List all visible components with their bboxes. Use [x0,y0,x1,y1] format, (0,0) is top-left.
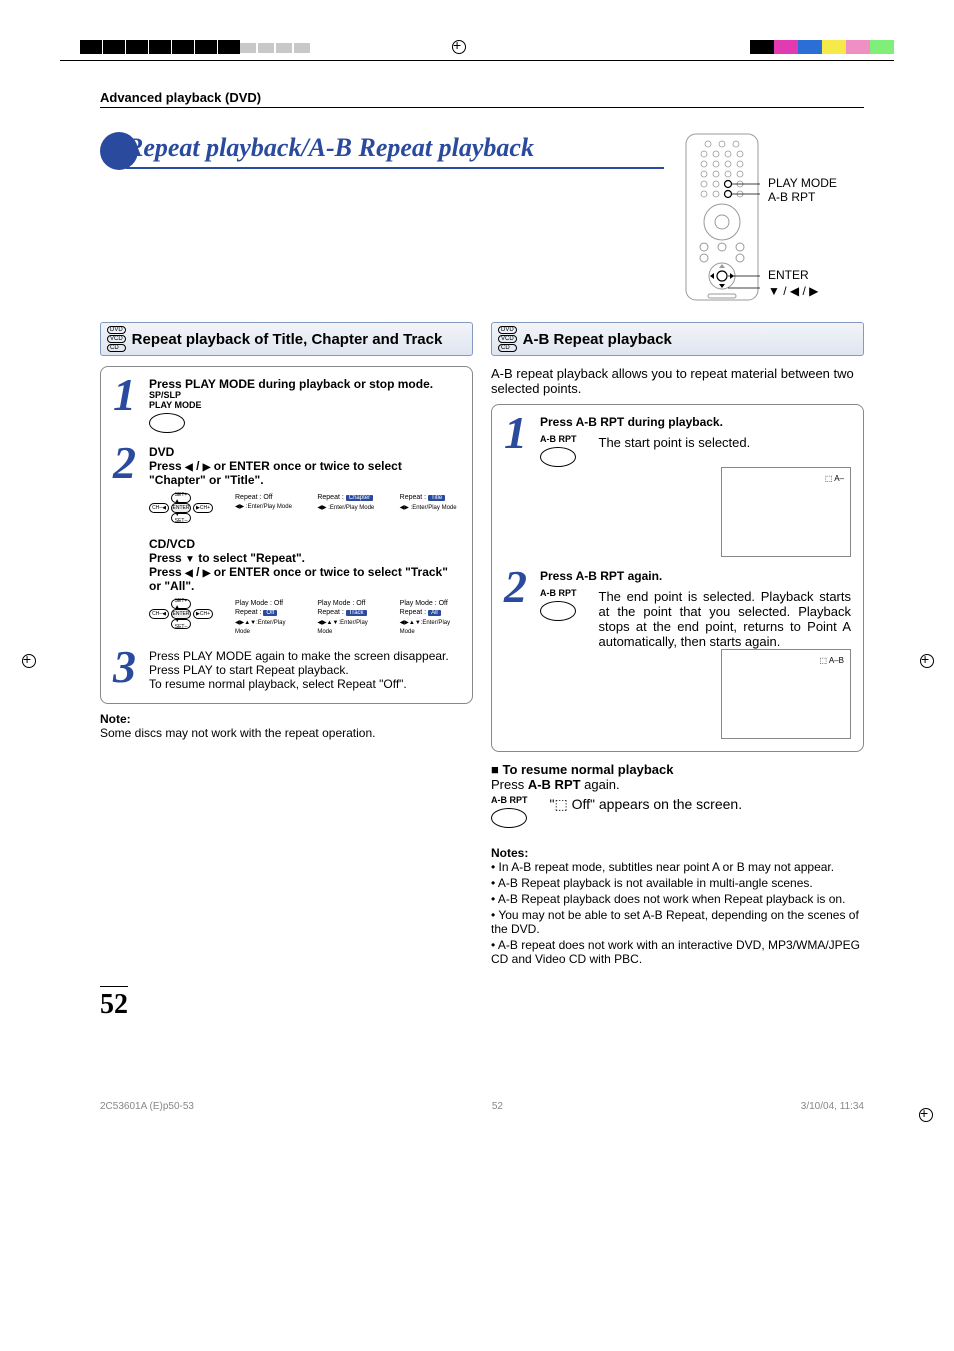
footer-right: 3/10/04, 11:34 [801,1101,864,1112]
left-steps-box: 1 Press PLAY MODE during playback or sto… [100,366,473,704]
step-number-2: 2 [113,445,143,637]
resume-line: Press A-B RPT again. [491,777,864,792]
register-mark-bottom-icon [915,1104,935,1124]
step-number-2-right: 2 [504,569,534,739]
playmode-button-icon [149,413,185,433]
step2-cdvcd-label: CD/VCD [149,537,460,551]
page-title: Repeat playback/A-B Repeat playback [126,133,534,162]
section-header: Advanced playback (DVD) [100,90,864,108]
rstep1-text: The start point is selected. [599,435,852,467]
resume-header: To resume normal playback [491,762,864,777]
left-note: Note: Some discs may not work with the r… [100,712,473,740]
gray-registration-blocks [240,43,312,53]
step-number-3: 3 [113,649,143,691]
register-mark-left-icon [18,650,38,670]
step-number-1-right: 1 [504,415,534,557]
osd-cd-row: SET+▲ CH–◀ENTER▶CH+ ▼SET– Play Mode : Of… [149,599,460,637]
step2-cdvcd-instruction2: Press / or ENTER once or twice to select… [149,565,460,593]
print-registration-top [0,40,954,90]
nav-pad-icon: SET+▲ CH–◀ENTER▶CH+ ▼SET– [149,493,213,523]
register-mark-icon [448,36,468,56]
register-mark-right-icon [916,650,936,670]
footer-left: 2C53601A (E)p50-53 [100,1101,194,1112]
remote-illustration: PLAY MODE A-B RPT ENTER ▼ / ◀ / ▶ [684,132,864,302]
right-notes: Notes: In A-B repeat mode, subtitles nea… [491,846,864,966]
color-registration-bar [750,40,894,54]
left-arrow-icon [185,459,193,473]
footer-mid: 52 [492,1101,503,1112]
rstep1-head: Press A-B RPT during playback. [540,415,851,429]
abrpt-button-icon: A-B RPT [540,435,577,467]
right-subhead: DVDVCDCD A-B Repeat playback [491,322,864,356]
step1-text: Press PLAY MODE during playback or stop … [149,377,460,391]
step3-text: Press PLAY MODE again to make the screen… [149,649,460,691]
remote-label-abrpt: A-B RPT [768,190,815,204]
nav-pad-icon: SET+▲ CH–◀ENTER▶CH+ ▼SET– [149,599,213,629]
abrpt-button-icon: A-B RPT [491,796,528,828]
down-arrow-icon [185,551,195,565]
remote-label-playmode: PLAY MODE [768,176,837,190]
screen-ab-illustration: ⬚ A–B [721,649,851,739]
left-arrow-icon [185,565,193,579]
black-registration-blocks [80,40,241,54]
right-steps-box: 1 Press A-B RPT during playback. A-B RPT… [491,404,864,752]
right-intro: A-B repeat playback allows you to repeat… [491,366,864,396]
disc-badges-right: DVDVCDCD [498,326,517,352]
osd-dvd-row: SET+▲ CH–◀ENTER▶CH+ ▼SET– Repeat : Off◀▶… [149,493,460,523]
screen-a-illustration: ⬚ A– [721,467,851,557]
resume-screen-text: "⬚ Off" appears on the screen. [550,796,743,813]
left-subhead: DVDVCDCD Repeat playback of Title, Chapt… [100,322,473,356]
page-title-bar: Repeat playback/A-B Repeat playback [100,132,664,170]
step2-dvd-instruction: Press / or ENTER once or twice to select… [149,459,460,487]
rstep2-head: Press A-B RPT again. [540,569,851,583]
page-number: 52 [100,986,128,1021]
rstep2-text: The end point is selected. Playback star… [599,589,852,649]
step2-cdvcd-instruction1: Press to select "Repeat". [149,551,460,565]
abrpt-button-icon: A-B RPT [540,589,577,649]
disc-badges-left: DVDVCDCD [107,326,126,352]
step2-dvd-label: DVD [149,445,460,459]
step-number-1: 1 [113,377,143,433]
remote-label-arrows: ▼ / ◀ / ▶ [768,284,818,298]
remote-label-enter: ENTER [768,268,809,282]
title-bullet-circle [100,132,138,170]
